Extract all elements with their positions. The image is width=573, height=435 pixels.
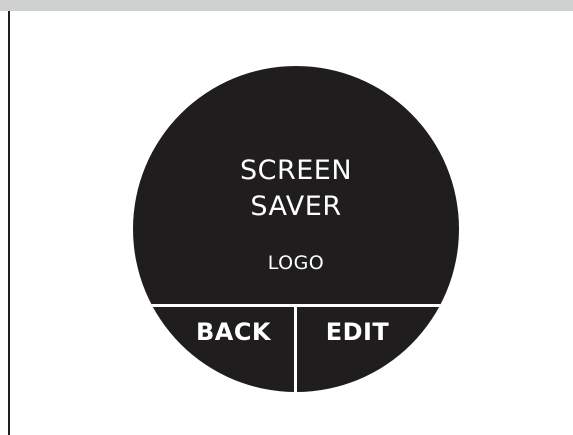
left-border — [8, 11, 10, 435]
logo-text: LOGO — [267, 252, 325, 274]
screen-title-line-1: SCREEN — [239, 155, 353, 186]
back-button[interactable]: BACK — [173, 307, 294, 357]
round-device-screen: SCREEN SAVER LOGO BACK EDIT — [133, 66, 459, 392]
edit-button[interactable]: EDIT — [297, 307, 418, 357]
screen-title-line-2: SAVER — [250, 191, 342, 222]
top-bar — [0, 0, 573, 11]
